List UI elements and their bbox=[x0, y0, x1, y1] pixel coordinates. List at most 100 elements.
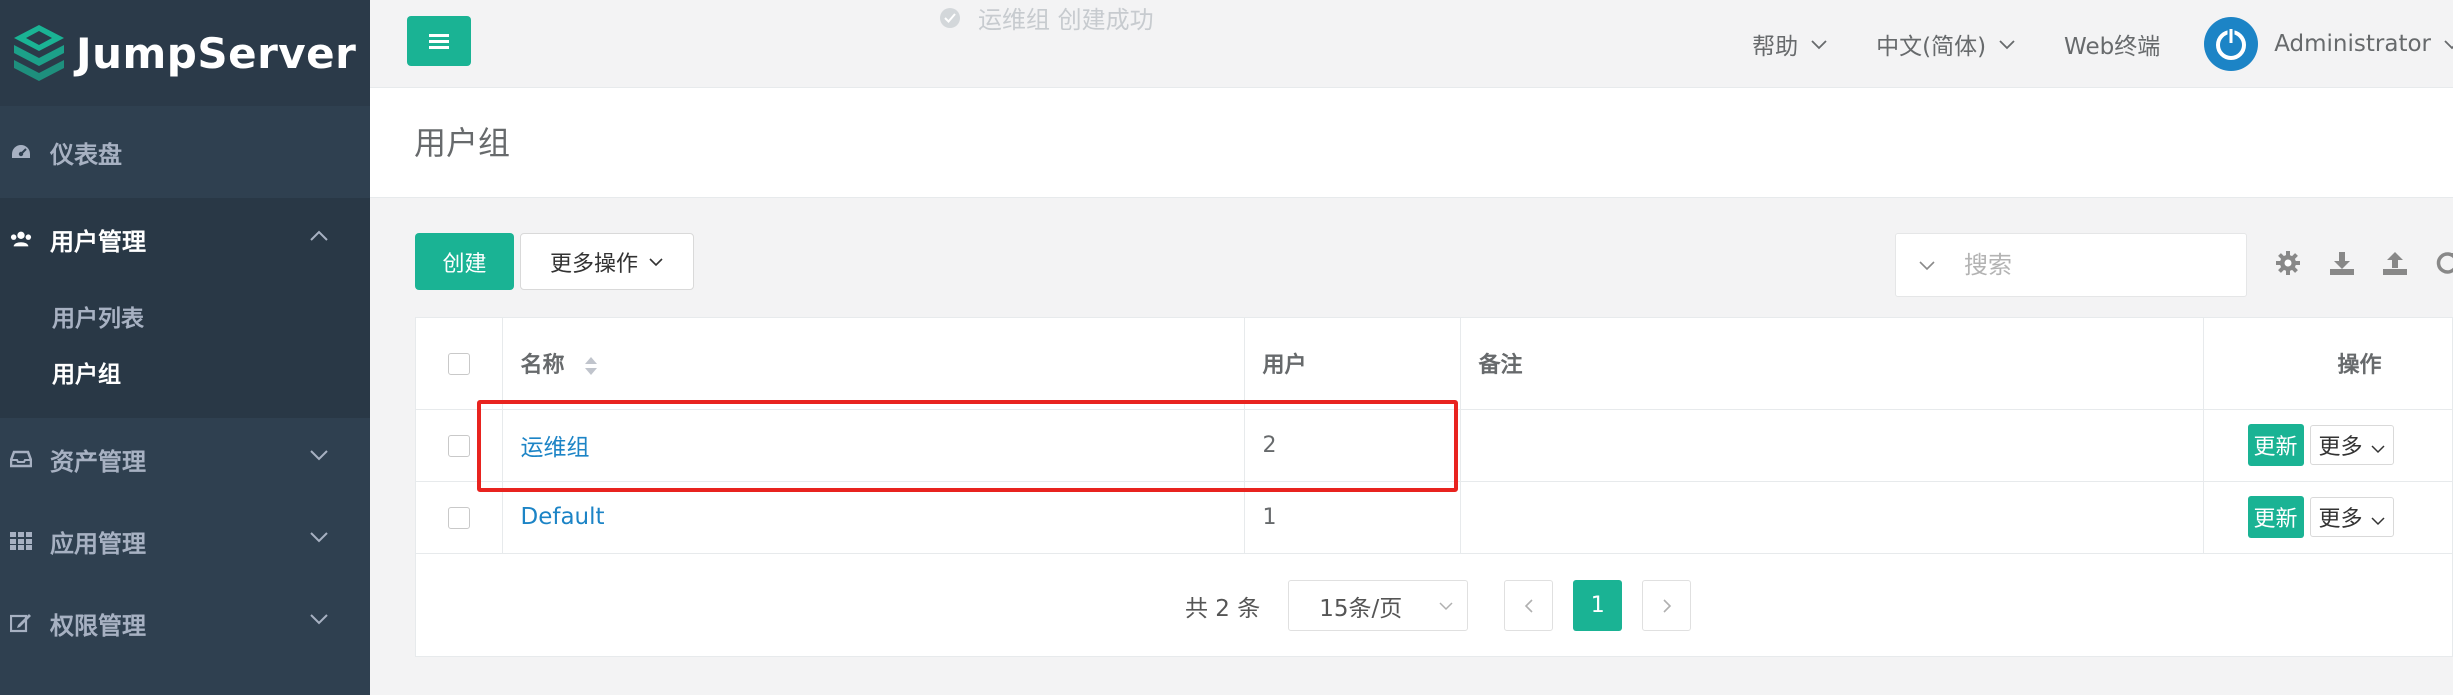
brand-name: JumpServer bbox=[76, 28, 357, 78]
refresh-icon[interactable] bbox=[2434, 250, 2453, 276]
more-actions-label: 更多操作 bbox=[549, 251, 638, 277]
web-terminal-link[interactable]: Web终端 bbox=[2064, 27, 2160, 61]
jumpserver-logo-icon bbox=[14, 25, 64, 81]
sidebar: JumpServer 仪表盘 用户管理 用户列表 用户组 资产管理 应用管理 权… bbox=[0, 0, 370, 695]
users-cell: 1 bbox=[1244, 481, 1461, 554]
help-menu[interactable]: 帮助 bbox=[1752, 27, 1828, 61]
top-links: 帮助 中文(简体) Web终端 Administrator bbox=[1704, 0, 2453, 88]
row-more-button[interactable]: 更多 bbox=[2309, 425, 2394, 465]
avatar bbox=[2204, 17, 2259, 71]
row-select-cell bbox=[416, 481, 503, 554]
row-more-button[interactable]: 更多 bbox=[2309, 497, 2394, 537]
pagination: 共 2 条 15条/页 1 bbox=[1185, 580, 1692, 631]
page-heading: 用户组 bbox=[370, 88, 2453, 198]
page-title: 用户组 bbox=[414, 124, 511, 162]
web-terminal-label: Web终端 bbox=[2064, 34, 2161, 60]
page-number-current[interactable]: 1 bbox=[1573, 580, 1623, 631]
success-toast: 运维组 创建成功 bbox=[940, 0, 1154, 35]
prev-page-button[interactable] bbox=[1504, 580, 1554, 631]
sidebar-item-label: 权限管理 bbox=[50, 611, 146, 640]
chevron-down-icon bbox=[310, 532, 328, 543]
sidebar-item-label: 用户管理 bbox=[50, 227, 146, 256]
group-name-link[interactable]: 运维组 bbox=[521, 435, 590, 461]
sidebar-nav: 仪表盘 用户管理 用户列表 用户组 资产管理 应用管理 权限管理 bbox=[0, 106, 370, 664]
table-row: 运维组 2 更新 更多 bbox=[416, 409, 2453, 482]
row-checkbox[interactable] bbox=[447, 506, 470, 529]
sidebar-item-permission-management[interactable]: 权限管理 bbox=[0, 582, 370, 664]
column-header-actions: 操作 bbox=[2203, 318, 2453, 410]
chevron-down-icon bbox=[310, 614, 328, 625]
update-button[interactable]: 更新 bbox=[2247, 424, 2304, 466]
comment-cell bbox=[1460, 409, 2204, 482]
row-more-label: 更多 bbox=[2318, 507, 2363, 532]
toast-message: 运维组 创建成功 bbox=[978, 6, 1154, 34]
gear-icon[interactable] bbox=[2275, 250, 2301, 276]
chevron-right-icon bbox=[1663, 598, 1671, 613]
select-all-cell bbox=[416, 318, 503, 410]
username-label: Administrator bbox=[2274, 31, 2431, 57]
chevron-down-icon bbox=[310, 450, 328, 461]
update-button[interactable]: 更新 bbox=[2247, 496, 2304, 538]
table-row: Default 1 更新 更多 bbox=[416, 481, 2453, 554]
search-input[interactable] bbox=[1964, 251, 2224, 279]
column-header-users: 用户 bbox=[1244, 318, 1461, 410]
chevron-down-icon bbox=[1999, 39, 2015, 49]
select-all-checkbox[interactable] bbox=[447, 352, 470, 375]
chevron-left-icon bbox=[1524, 598, 1533, 613]
sidebar-item-label: 资产管理 bbox=[50, 447, 146, 476]
upload-icon[interactable] bbox=[2382, 250, 2408, 276]
check-circle-icon bbox=[940, 7, 960, 28]
chevron-up-icon bbox=[310, 230, 328, 241]
sidebar-item-app-management[interactable]: 应用管理 bbox=[0, 500, 370, 582]
group-name-link[interactable]: Default bbox=[521, 504, 605, 530]
search-box[interactable] bbox=[1895, 233, 2247, 297]
chevron-down-icon bbox=[2371, 445, 2385, 454]
download-icon[interactable] bbox=[2329, 250, 2355, 276]
chevron-down-icon bbox=[2371, 517, 2385, 526]
language-label: 中文(简体) bbox=[1876, 34, 1987, 60]
users-cell: 2 bbox=[1244, 409, 1461, 482]
next-page-button[interactable] bbox=[1642, 580, 1692, 631]
user-menu[interactable]: Administrator bbox=[2204, 17, 2453, 71]
name-cell: 运维组 bbox=[502, 409, 1245, 482]
chevron-down-icon bbox=[1439, 602, 1453, 611]
sidebar-item-asset-management[interactable]: 资产管理 bbox=[0, 418, 370, 500]
chevron-down-icon bbox=[2444, 39, 2453, 49]
comment-cell bbox=[1460, 481, 2204, 554]
actions-cell: 更新 更多 bbox=[2203, 409, 2453, 482]
sidebar-item-label: 应用管理 bbox=[50, 529, 146, 558]
chevron-down-icon bbox=[1811, 39, 1827, 49]
language-menu[interactable]: 中文(简体) bbox=[1876, 27, 2016, 61]
column-label: 名称 bbox=[520, 353, 565, 379]
help-label: 帮助 bbox=[1752, 34, 1799, 60]
inbox-icon bbox=[10, 448, 32, 470]
hamburger-icon bbox=[429, 34, 449, 49]
edit-icon bbox=[10, 612, 32, 634]
sidebar-item-label: 仪表盘 bbox=[50, 140, 122, 169]
sidebar-item-dashboard[interactable]: 仪表盘 bbox=[0, 106, 370, 198]
chevron-down-icon[interactable] bbox=[1918, 260, 1936, 271]
create-button[interactable]: 创建 bbox=[415, 233, 514, 290]
sidebar-toggle-button[interactable] bbox=[407, 16, 471, 66]
sidebar-item-user-groups[interactable]: 用户组 bbox=[0, 344, 370, 400]
sort-icon[interactable] bbox=[584, 356, 598, 376]
row-more-label: 更多 bbox=[2318, 435, 2363, 460]
more-actions-button[interactable]: 更多操作 bbox=[520, 233, 694, 290]
table-header-row: 名称 用户 备注 操作 bbox=[416, 318, 2453, 410]
column-header-comment: 备注 bbox=[1460, 318, 2204, 410]
actions-cell: 更新 更多 bbox=[2203, 481, 2453, 554]
grid-icon bbox=[10, 530, 32, 552]
row-checkbox[interactable] bbox=[447, 434, 470, 457]
user-management-submenu: 用户列表 用户组 bbox=[0, 280, 370, 418]
column-header-name[interactable]: 名称 bbox=[502, 318, 1245, 410]
users-icon bbox=[10, 228, 32, 250]
sidebar-item-user-list[interactable]: 用户列表 bbox=[0, 288, 370, 344]
logo[interactable]: JumpServer bbox=[0, 0, 370, 106]
top-navbar: 运维组 创建成功 帮助 中文(简体) Web终端 Administrator bbox=[370, 0, 2453, 88]
page-size-select[interactable]: 15条/页 bbox=[1288, 580, 1469, 631]
pagination-total: 共 2 条 bbox=[1185, 595, 1261, 622]
chevron-down-icon bbox=[649, 257, 663, 266]
dashboard-icon bbox=[10, 141, 32, 163]
sidebar-item-user-management[interactable]: 用户管理 bbox=[0, 198, 370, 280]
row-select-cell bbox=[416, 409, 503, 482]
